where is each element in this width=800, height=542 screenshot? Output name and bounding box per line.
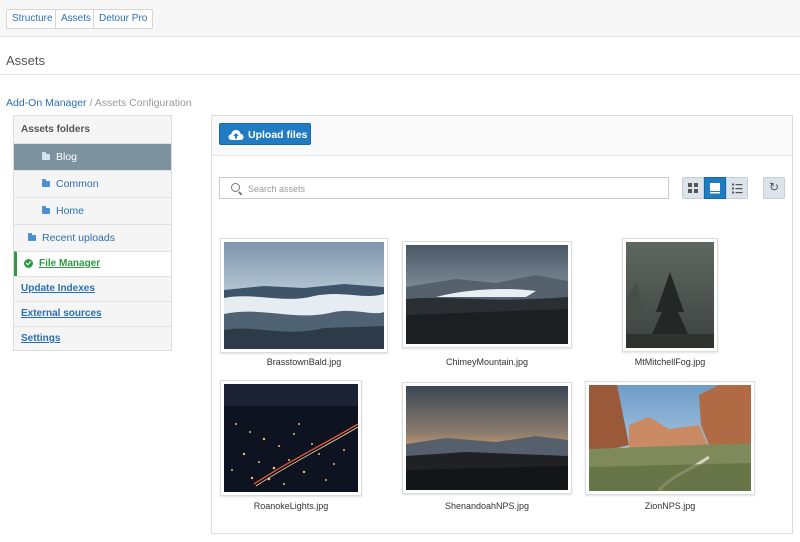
asset-thumbnail[interactable] xyxy=(622,238,718,352)
view-thumbnail-button[interactable] xyxy=(704,177,726,199)
refresh-button[interactable]: ↻ xyxy=(763,177,785,199)
asset-thumbnail[interactable] xyxy=(585,381,755,495)
refresh-icon: ↻ xyxy=(768,180,780,194)
sidebar-recent-uploads[interactable]: Recent uploads xyxy=(14,224,171,251)
sidebar-link-update-indexes[interactable]: Update Indexes xyxy=(14,276,171,301)
folder-icon xyxy=(42,152,50,160)
page-title: Assets xyxy=(6,53,46,68)
sidebar-folder-blog[interactable]: Blog xyxy=(14,143,171,170)
divider xyxy=(0,74,800,75)
folder-icon xyxy=(42,206,50,214)
breadcrumb-separator: / xyxy=(86,97,95,109)
sidebar-link-file-manager[interactable]: File Manager xyxy=(14,251,171,276)
sidebar-link-label: Update Indexes xyxy=(21,283,95,294)
sidebar: Assets folders Blog Common Home Recent u… xyxy=(13,115,172,351)
folder-icon xyxy=(28,233,36,241)
sidebar-folder-label: Common xyxy=(56,178,99,190)
nav-structure-button[interactable]: Structure xyxy=(6,9,59,29)
asset-image xyxy=(406,386,568,490)
sidebar-heading: Assets folders xyxy=(21,124,90,135)
asset-filename: MtMitchellFog.jpg xyxy=(634,357,706,367)
sidebar-recent-label: Recent uploads xyxy=(42,232,115,244)
grid-icon xyxy=(688,183,698,193)
sidebar-folder-common[interactable]: Common xyxy=(14,170,171,197)
asset-thumbnail[interactable] xyxy=(220,380,362,496)
thumbnail-icon xyxy=(710,183,720,194)
sidebar-link-label: File Manager xyxy=(39,258,101,269)
breadcrumb: Add-On Manager / Assets Configuration xyxy=(6,97,192,109)
search-icon xyxy=(231,183,240,192)
asset-image xyxy=(626,242,714,348)
sidebar-link-settings[interactable]: Settings xyxy=(14,326,171,351)
asset-image xyxy=(224,384,359,492)
sidebar-folder-label: Blog xyxy=(56,151,78,163)
list-icon xyxy=(732,183,743,194)
asset-image xyxy=(589,385,751,492)
search-input[interactable] xyxy=(248,181,658,196)
asset-filename: RoanokeLights.jpg xyxy=(253,501,329,511)
asset-filename: BrasstownBald.jpg xyxy=(266,357,342,367)
breadcrumb-addon-manager-link[interactable]: Add-On Manager xyxy=(6,97,87,109)
check-circle-icon xyxy=(24,259,33,268)
asset-thumbnail[interactable] xyxy=(402,382,572,494)
asset-filename: ShenandoahNPS.jpg xyxy=(444,501,530,511)
folder-icon xyxy=(42,179,50,187)
sidebar-link-external-sources[interactable]: External sources xyxy=(14,301,171,326)
assets-panel: Upload files ↻ xyxy=(211,115,793,534)
asset-thumbnail[interactable] xyxy=(402,241,572,348)
sidebar-link-label: Settings xyxy=(21,333,61,344)
cloud-upload-icon xyxy=(228,130,244,140)
asset-image xyxy=(406,245,568,344)
view-grid-button[interactable] xyxy=(682,177,704,199)
top-nav-bar: Structure Assets Detour Pro xyxy=(0,0,800,37)
upload-files-button[interactable]: Upload files xyxy=(219,123,311,145)
view-list-button[interactable] xyxy=(726,177,748,199)
sidebar-link-label: External sources xyxy=(21,308,102,319)
upload-files-label: Upload files xyxy=(248,129,308,141)
sidebar-folder-label: Home xyxy=(56,205,85,217)
asset-image xyxy=(224,242,384,349)
breadcrumb-current: Assets Configuration xyxy=(94,97,192,109)
asset-thumbnail[interactable] xyxy=(220,238,388,353)
sidebar-folder-home[interactable]: Home xyxy=(14,197,171,224)
nav-assets-button[interactable]: Assets xyxy=(55,9,98,29)
asset-filename: ChimeyMountain.jpg xyxy=(445,357,529,367)
asset-filename: ZionNPS.jpg xyxy=(644,501,696,511)
nav-detour-pro-button[interactable]: Detour Pro xyxy=(93,9,154,29)
panel-toolbar: Upload files xyxy=(212,116,792,156)
search-box xyxy=(219,177,669,199)
